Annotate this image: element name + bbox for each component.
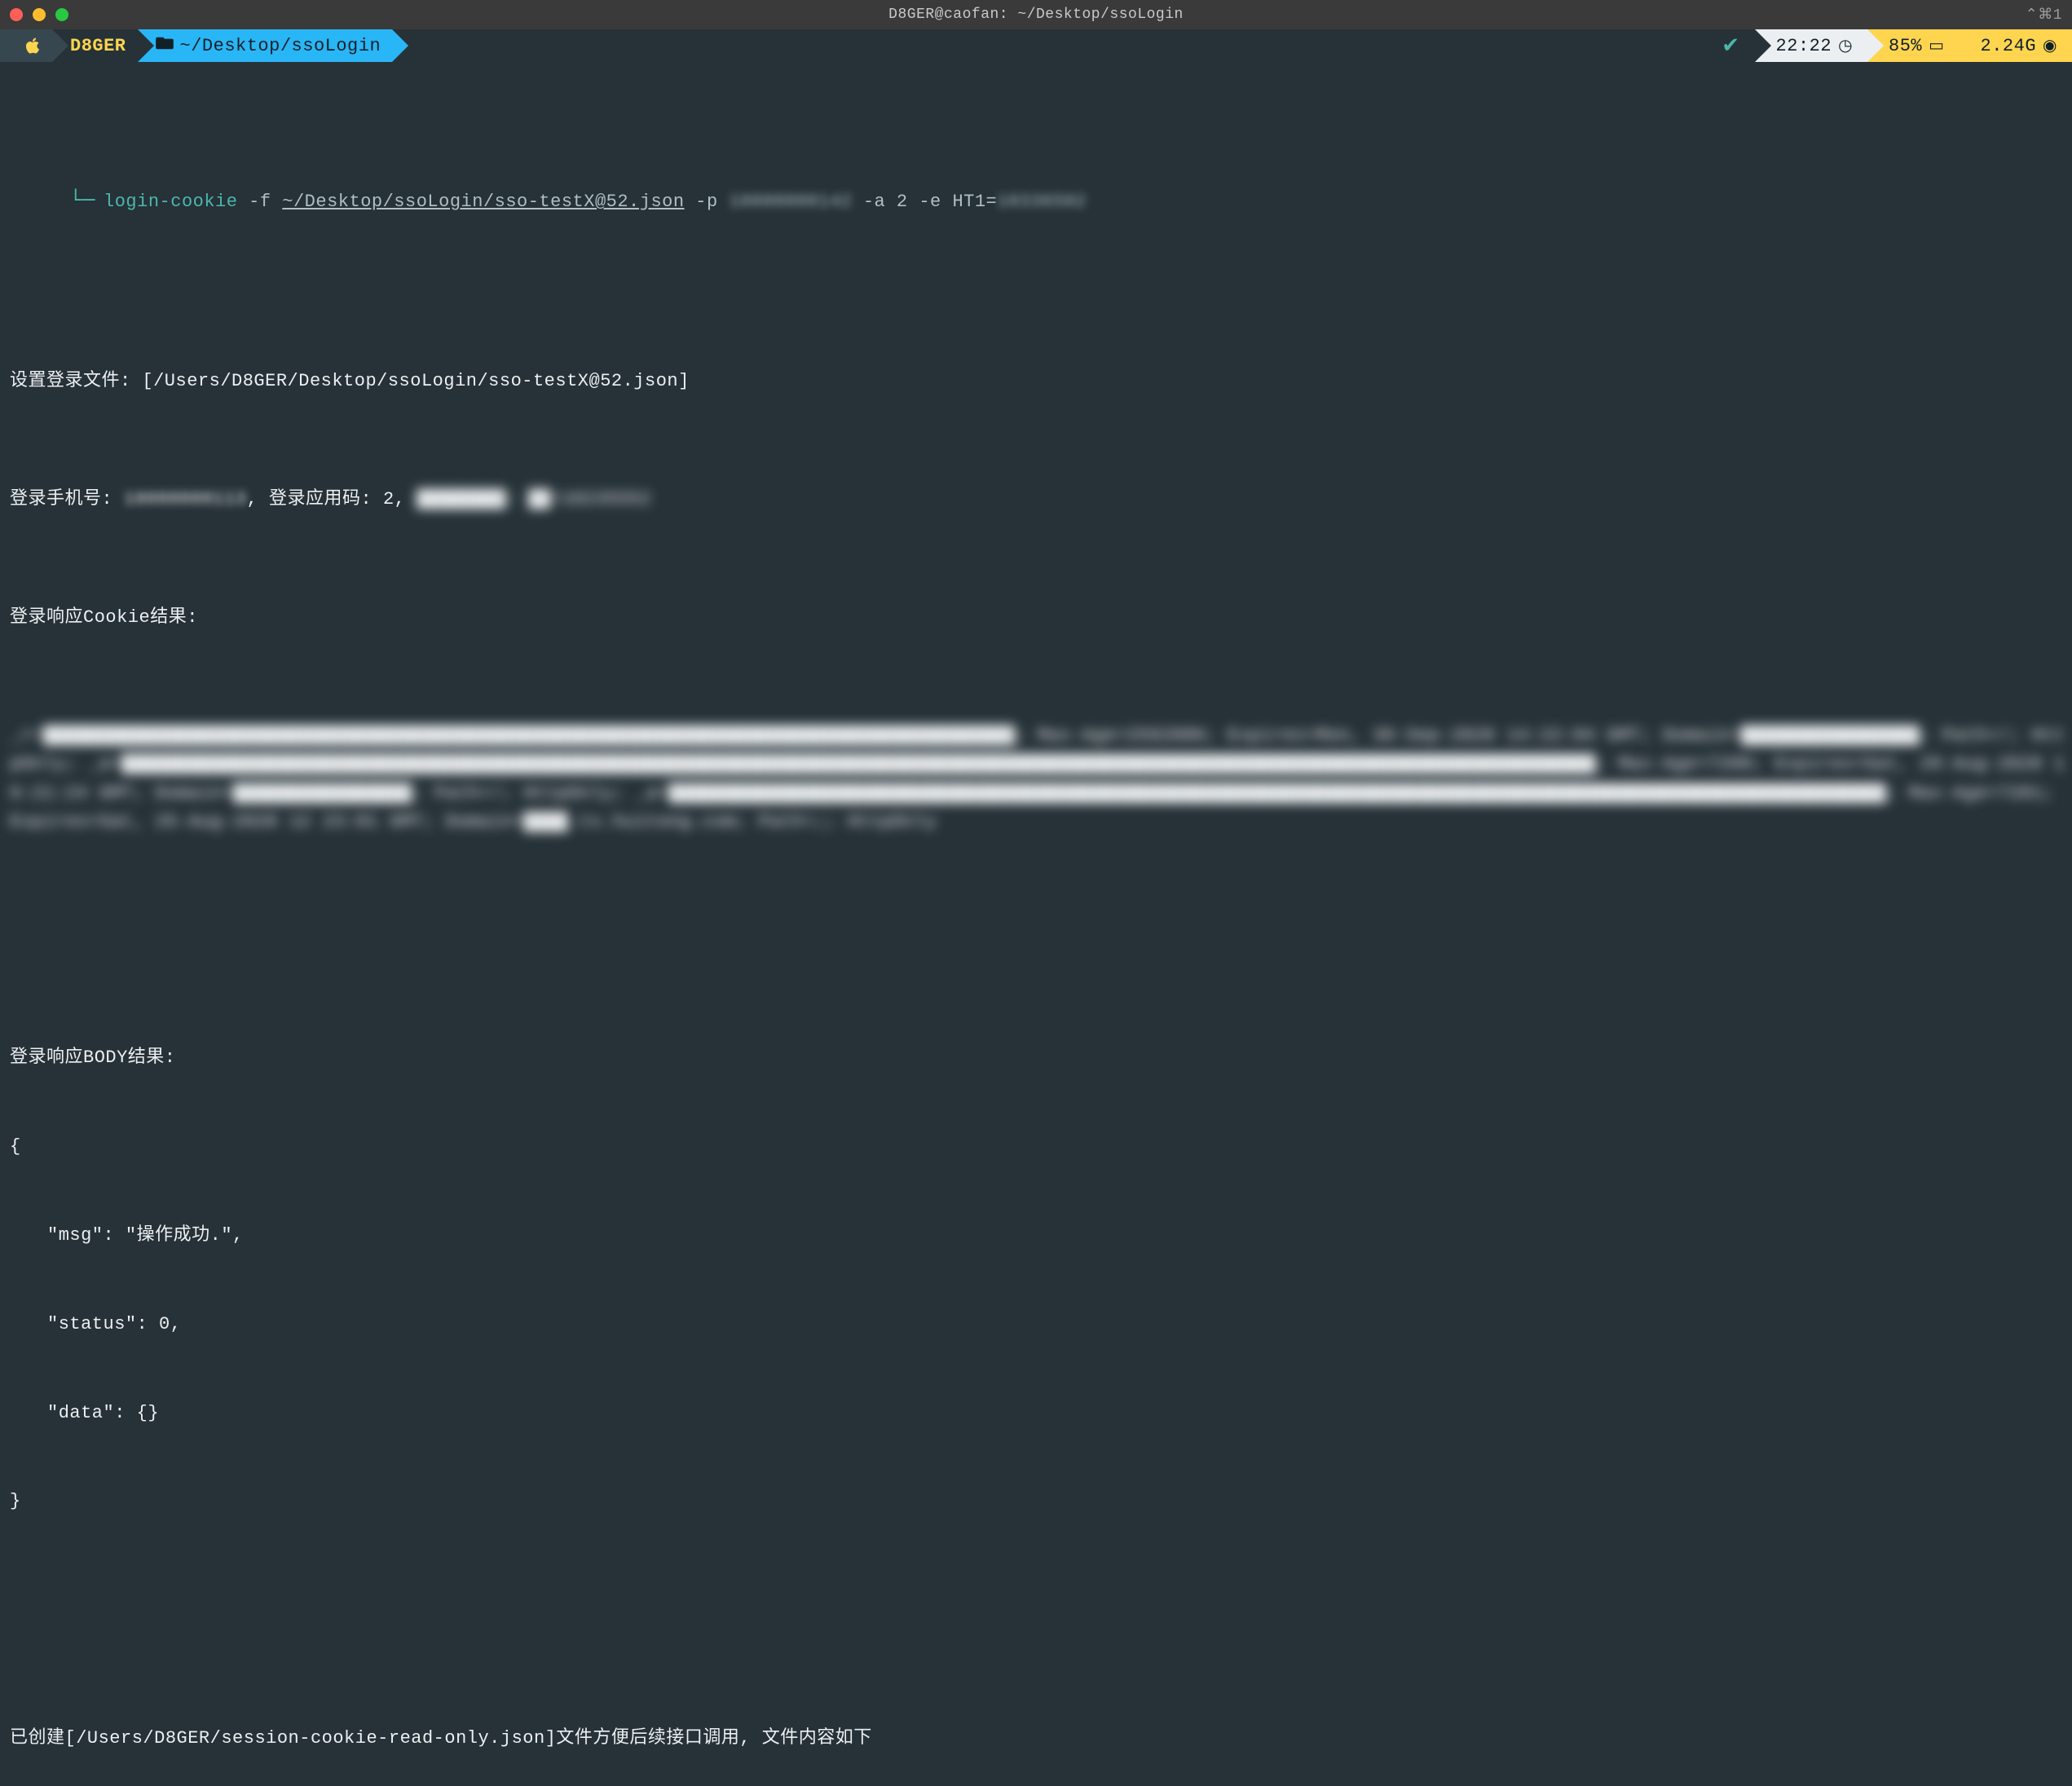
window-titlebar: D8GER@caofan: ~/Desktop/ssoLogin ⌃⌘1 (0, 0, 2072, 29)
blank-line-1 (5, 925, 2067, 955)
value-phone: 18000000113 (124, 489, 247, 509)
status-battery-segment: 85% ▭ (1867, 29, 1960, 62)
created-path: /Users/D8GER/session-cookie-read-only.js… (76, 1728, 545, 1749)
label-phone: 登录手机号: (10, 489, 124, 509)
apple-logo-segment (0, 29, 52, 62)
label-appcode: , 登录应用码: 2, (247, 489, 417, 509)
arg-p-phone: 18000000142 (729, 192, 852, 212)
apple-icon (24, 37, 41, 55)
value-setfile: [/Users/D8GER/Desktop/ssoLogin/sso-testX… (142, 371, 689, 391)
gauge-icon: ◉ (2043, 35, 2057, 56)
command-line: └─login-cookie -f ~/Desktop/ssoLogin/sso… (5, 154, 2067, 248)
prompt-path: ~/Desktop/ssoLogin (180, 36, 381, 56)
label-setfile: 设置登录文件: (10, 371, 142, 391)
prompt-continuation-glyph: └─ (55, 188, 104, 213)
json-open: { (5, 1132, 2067, 1162)
flag-p: -p (695, 192, 717, 212)
traffic-lights (10, 8, 68, 21)
battery-pct: 85% (1889, 36, 1922, 56)
blank-line-2 (5, 1606, 2067, 1635)
status-memory-segment: 2.24G ◉ (1960, 29, 2072, 62)
output-cookie-block: _r=█████████████████████████████████████… (5, 721, 2067, 836)
flag-a: -a (863, 192, 885, 212)
minimize-button[interactable] (33, 8, 46, 21)
command-name: login-cookie (104, 192, 237, 212)
status-time-segment: 22:22 ◷ (1755, 29, 1867, 62)
created-prefix: 已创建[ (10, 1728, 76, 1749)
json-close: } (5, 1487, 2067, 1516)
json-data: "data": {} (5, 1399, 2067, 1428)
arg-f-path: ~/Desktop/ssoLogin/sso-testX@52.json (282, 192, 684, 212)
json-msg: "msg": "操作成功.", (5, 1221, 2067, 1250)
output-body-label: 登录响应BODY结果: (5, 1043, 2067, 1073)
flag-f: -f (249, 192, 271, 212)
output-line-phone: 登录手机号: 18000000113, 登录应用码: 2, ████████: … (5, 485, 2067, 514)
time-value: 22:22 (1776, 36, 1832, 56)
check-icon: ✔ (1722, 33, 1739, 59)
battery-icon: ▭ (1929, 35, 1944, 56)
output-line-cookie-label: 登录响应Cookie结果: (5, 603, 2067, 633)
output-line-setfile: 设置登录文件: [/Users/D8GER/Desktop/ssoLogin/s… (5, 367, 2067, 396)
arg-a: 2 (897, 192, 908, 212)
status-right: ✔ 22:22 ◷ 85% ▭ 2.24G ◉ (1700, 29, 2072, 62)
memory-value: 2.24G (1981, 36, 2037, 56)
window-shortcut-indicator: ⌃⌘1 (2026, 6, 2062, 24)
created-suffix: ]文件方便后续接口调用, 文件内容如下 (545, 1728, 872, 1749)
flag-e: -e (919, 192, 941, 212)
terminal-output[interactable]: └─login-cookie -f ~/Desktop/ssoLogin/sso… (0, 62, 2072, 1786)
clock-icon: ◷ (1838, 35, 1853, 56)
window-title: D8GER@caofan: ~/Desktop/ssoLogin (888, 7, 1184, 23)
json-status: "status": 0, (5, 1310, 2067, 1339)
prompt-path-segment: ~/Desktop/ssoLogin (138, 29, 393, 62)
prompt-statusline: D8GER ~/Desktop/ssoLogin ✔ 22:22 ◷ 85% ▭… (0, 29, 2072, 62)
close-button[interactable] (10, 8, 23, 21)
maximize-button[interactable] (55, 8, 68, 21)
arg-e: HT1=10336502 (952, 192, 1086, 212)
status-ok-segment: ✔ (1700, 29, 1754, 62)
folder-icon (156, 36, 174, 56)
value-redacted: ████████: ██=10235552 (417, 489, 651, 509)
prompt-user: D8GER (70, 36, 126, 56)
output-created-line: 已创建[/Users/D8GER/session-cookie-read-onl… (5, 1724, 2067, 1753)
